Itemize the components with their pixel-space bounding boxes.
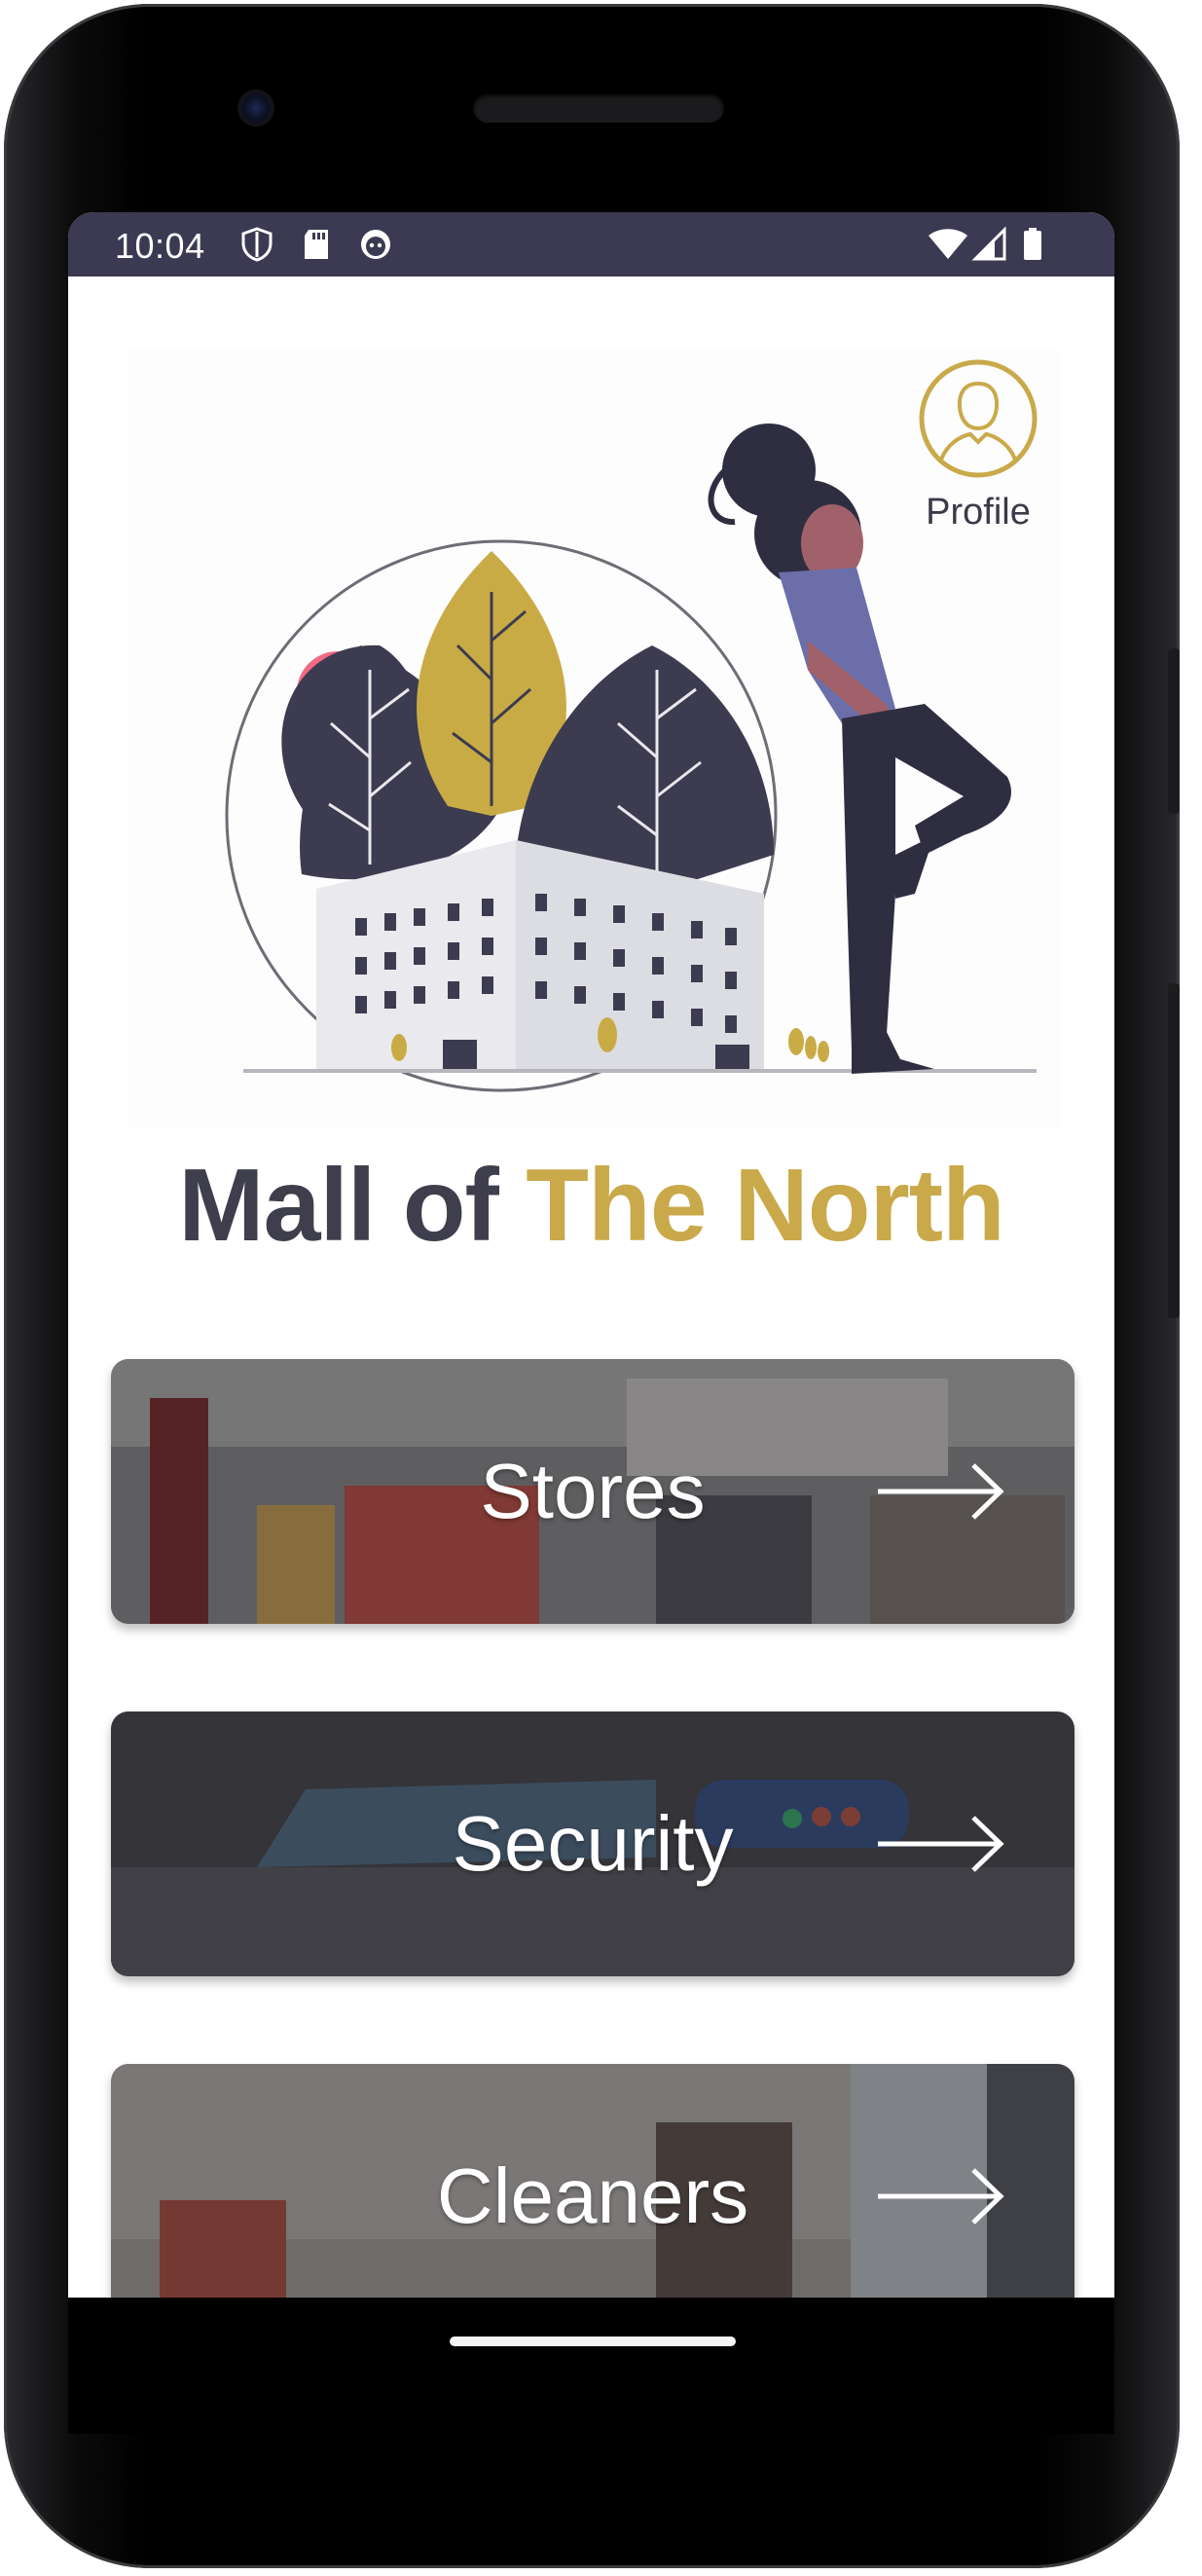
- title-part-1: Mall of: [178, 1148, 499, 1263]
- status-bar: 10:04: [68, 212, 1114, 276]
- sd-card-icon: [305, 230, 328, 259]
- page-title: Mall of The North: [68, 1147, 1114, 1265]
- android-icon: [361, 230, 390, 259]
- profile-button[interactable]: Profile: [905, 358, 1051, 534]
- title-part-2: The North: [526, 1148, 1004, 1263]
- arrow-right-icon: [878, 1816, 1004, 1872]
- earpiece-speaker: [473, 93, 724, 123]
- arrow-right-icon: [878, 2168, 1004, 2225]
- signal-icon: [971, 226, 1006, 261]
- profile-label: Profile: [926, 492, 1031, 533]
- shield-icon: [241, 227, 273, 262]
- security-card[interactable]: Security: [111, 1711, 1075, 1976]
- wifi-icon: [929, 229, 967, 259]
- cleaners-card[interactable]: Cleaners: [111, 2064, 1075, 2298]
- status-time: 10:04: [115, 226, 205, 266]
- battery-icon: [1024, 228, 1041, 260]
- navigation-bar: [68, 2298, 1114, 2434]
- power-button: [1168, 648, 1180, 814]
- front-camera: [237, 90, 274, 127]
- stores-card[interactable]: Stores: [111, 1359, 1075, 1624]
- user-avatar-icon: [919, 359, 1038, 478]
- app-screen: 10:04 Profile Mall of The North Stores S…: [68, 212, 1114, 2298]
- volume-button: [1168, 983, 1180, 1318]
- home-gesture-handle[interactable]: [450, 2337, 736, 2346]
- arrow-right-icon: [878, 1463, 1004, 1520]
